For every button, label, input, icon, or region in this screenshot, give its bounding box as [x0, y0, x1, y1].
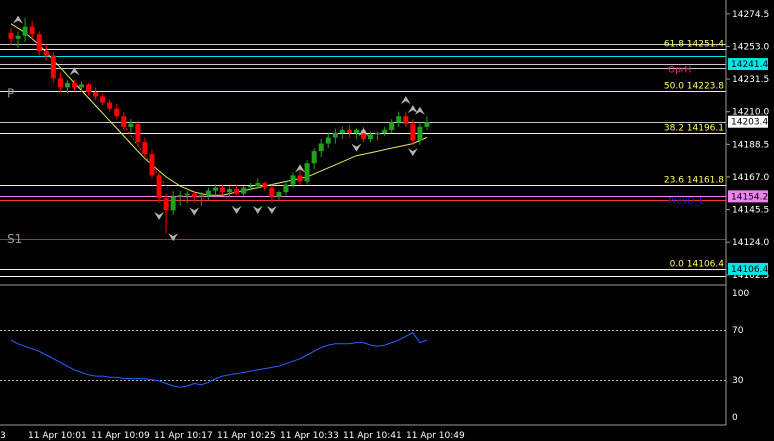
- candle-body: [318, 143, 324, 152]
- time-tick-label: 11 Apr 10:17: [154, 431, 213, 441]
- candle-body: [396, 116, 402, 123]
- candle-body: [93, 91, 99, 97]
- price-axis: 14274.514253.014231.514210.014188.514167…: [726, 10, 769, 281]
- pivot-label: PrevD_L: [668, 197, 704, 207]
- fib-label: 61.8 14251.4: [664, 40, 724, 50]
- price-tag-label: 14106.4: [731, 265, 768, 275]
- candle-body: [114, 108, 120, 117]
- candle-body: [205, 190, 211, 196]
- price-tick-label: 14231.5: [732, 75, 769, 85]
- candle-body: [184, 193, 190, 196]
- candle-body: [389, 122, 395, 130]
- fib-label: 38.2 14196.1: [664, 124, 724, 134]
- price-tick-label: 14167.0: [732, 173, 769, 183]
- pivot-label: P: [7, 86, 14, 100]
- candle-body: [79, 84, 84, 88]
- candle-body: [29, 26, 35, 35]
- candle-body: [353, 129, 359, 133]
- pivot-label: S1: [7, 232, 22, 246]
- candle-body: [8, 32, 14, 39]
- time-tick-label: 11 Apr 10:01: [28, 431, 87, 441]
- candle-body: [248, 186, 254, 188]
- candle-body: [255, 183, 261, 187]
- candle-body: [241, 187, 247, 194]
- candle-body: [177, 195, 183, 197]
- fib-label: 0.0 14106.4: [670, 260, 725, 270]
- candle: [304, 160, 310, 185]
- candle-body: [128, 123, 134, 127]
- price-tick-label: 14274.5: [732, 10, 769, 20]
- candle-body: [43, 50, 49, 56]
- candle: [135, 120, 141, 146]
- chart-background: [0, 0, 774, 441]
- time-tick-label: 11 Apr 10:33: [280, 431, 339, 441]
- price-tick-label: 14124.0: [732, 238, 769, 248]
- candle-body: [375, 132, 381, 135]
- candle-body: [36, 34, 42, 51]
- price-tag-label: 14154.2: [731, 192, 768, 202]
- oscillator-tick-label: 0: [732, 413, 738, 423]
- candle-body: [86, 84, 92, 92]
- price-tick-label: 14188.5: [732, 140, 769, 150]
- candle: [156, 172, 162, 203]
- candle-body: [311, 151, 317, 164]
- oscillator-tick-label: 70: [732, 326, 744, 336]
- time-tick-label: 11 Apr 10:41: [343, 431, 402, 441]
- price-tag-label: 14241.4: [731, 60, 768, 70]
- candle: [50, 52, 56, 83]
- candle-body: [170, 196, 176, 211]
- candle-body: [220, 187, 225, 193]
- candle-body: [135, 123, 141, 143]
- candle-body: [227, 189, 233, 193]
- pivot-label: OprH: [668, 65, 691, 75]
- candle-body: [297, 175, 303, 182]
- candle-body: [382, 129, 388, 133]
- candle-body: [346, 129, 352, 133]
- candle-body: [325, 137, 331, 144]
- candle-body: [107, 102, 113, 109]
- fib-label: 23.6 14161.8: [664, 176, 724, 186]
- candle-body: [100, 96, 106, 103]
- price-tag-label: 14203.4: [731, 118, 768, 128]
- trading-chart[interactable]: 61.8 14251.4 50.0 14223.8 38.2 14196.1 23.6…: [0, 0, 774, 441]
- candle-body: [156, 175, 162, 199]
- time-tick-label: 3: [0, 431, 6, 441]
- oscillator-tick-label: 100: [732, 289, 749, 299]
- time-axis: 3 11 Apr 10:01 11 Apr 10:09 11 Apr 10:17 11 …: [0, 431, 465, 441]
- candle-body: [71, 82, 77, 88]
- candle-body: [368, 134, 374, 140]
- time-tick-label: 11 Apr 10:09: [91, 431, 150, 441]
- candle-body: [22, 26, 28, 36]
- candle-body: [403, 116, 409, 124]
- fib-label: 50.0 14223.8: [664, 82, 724, 92]
- candle-body: [234, 189, 240, 194]
- candle-body: [64, 82, 70, 88]
- candle-body: [410, 123, 416, 141]
- candle-body: [142, 142, 148, 155]
- price-tick-label: 14145.5: [732, 206, 769, 216]
- candle-body: [262, 183, 268, 188]
- time-tick-label: 11 Apr 10:49: [406, 431, 465, 441]
- price-tick-label: 14253.0: [732, 42, 769, 52]
- candle-body: [121, 116, 127, 127]
- candle-body: [304, 163, 310, 182]
- candle-body: [276, 192, 282, 197]
- candle-body: [339, 129, 345, 133]
- candle-body: [50, 55, 56, 79]
- candle-body: [191, 193, 197, 197]
- candle-body: [212, 187, 218, 191]
- candle-body: [57, 78, 63, 88]
- candle-body: [163, 198, 169, 211]
- candle-body: [149, 154, 155, 176]
- time-tick-label: 11 Apr 10:25: [217, 431, 276, 441]
- candle-body: [332, 132, 338, 138]
- candle-body: [269, 187, 275, 197]
- candle-body: [290, 175, 296, 185]
- candle-body: [417, 126, 423, 141]
- candle-body: [15, 35, 21, 39]
- candle-body: [424, 122, 430, 127]
- candle-body: [283, 184, 289, 193]
- oscillator-tick-label: 30: [732, 376, 744, 386]
- candle-body: [198, 195, 204, 197]
